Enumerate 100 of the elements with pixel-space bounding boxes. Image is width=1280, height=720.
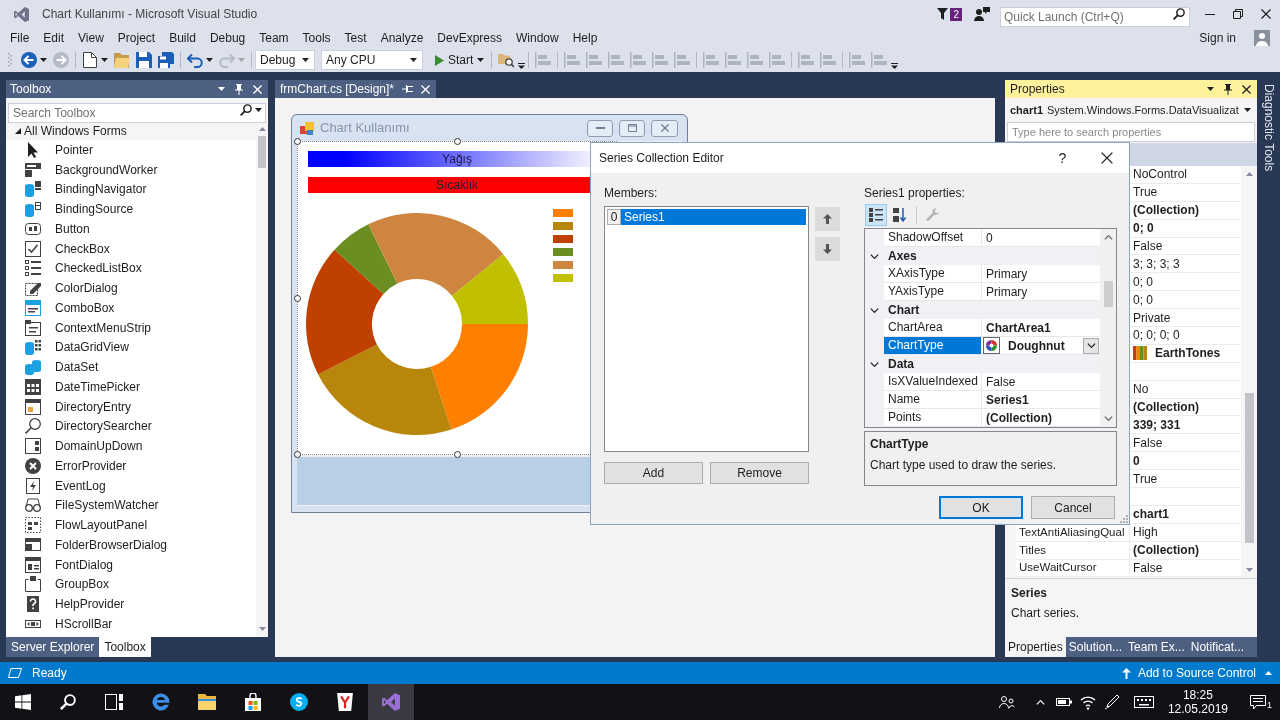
pen-icon <box>1103 694 1120 710</box>
vertical-scrollbar[interactable] <box>1100 229 1116 427</box>
form-minimize-button[interactable] <box>587 119 613 137</box>
property-value: Doughnut <box>1008 337 1065 355</box>
property-value: 0 <box>1133 452 1140 470</box>
menu-item[interactable]: Build <box>162 28 203 48</box>
member-item[interactable]: Series1 <box>621 209 806 225</box>
toolbar-dropdown[interactable]: Debug <box>255 50 315 70</box>
back-button[interactable] <box>18 49 50 71</box>
parallelogram-icon <box>8 668 22 678</box>
notifications-button[interactable]: 1 <box>1250 694 1272 710</box>
resize-handle[interactable] <box>294 295 301 302</box>
chat-bubble-icon <box>1250 694 1266 710</box>
dropdown-button[interactable] <box>1083 337 1099 354</box>
redo-arrow-icon <box>219 52 235 68</box>
form-maximize-button[interactable] <box>619 119 645 137</box>
menu-item[interactable]: Test <box>337 28 374 48</box>
property-name[interactable]: XAxisType <box>884 265 982 283</box>
vertical-scrollbar[interactable] <box>256 121 268 637</box>
resize-handle[interactable] <box>294 138 301 145</box>
caret-icon <box>477 58 485 62</box>
scroll-thumb[interactable] <box>1103 281 1113 307</box>
alignment-icon <box>703 52 720 68</box>
toolbox-search-field[interactable]: Search Toolbox <box>8 103 266 123</box>
scrollbar-icon <box>25 619 41 628</box>
scroll-thumb[interactable] <box>1244 393 1254 543</box>
notification-badge[interactable]: 2 <box>950 7 962 21</box>
panel-tab[interactable]: Toolbox <box>99 637 151 657</box>
caret-icon <box>302 58 309 62</box>
property-value: 0 <box>986 229 993 247</box>
property-name[interactable]: IsXValueIndexed <box>884 373 982 391</box>
clock-date: 12.05.2019 <box>1167 702 1228 716</box>
wifi-icon <box>1079 694 1096 710</box>
move-down-button[interactable] <box>815 237 840 261</box>
property-name[interactable]: ChartType <box>884 337 982 355</box>
scroll-thumb[interactable] <box>258 136 266 168</box>
minimize-icon <box>595 127 605 129</box>
caret-icon <box>410 58 417 62</box>
panel-tab[interactable]: Server Explorer <box>6 637 100 657</box>
categorized-view-button[interactable] <box>865 204 887 226</box>
menu-item[interactable]: View <box>71 28 111 48</box>
scroll-down-icon <box>1245 568 1253 572</box>
help-button[interactable]: ? <box>1041 143 1084 173</box>
task-view-icon <box>104 694 123 710</box>
menu-item[interactable]: Tools <box>295 28 338 48</box>
toolbox-group-header[interactable]: All Windows Forms <box>6 121 256 140</box>
move-up-button[interactable] <box>815 207 840 231</box>
property-value: NoControl <box>1133 166 1188 184</box>
scroll-up-icon <box>1103 235 1113 240</box>
property-name[interactable]: TextAntiAliasingQual <box>1019 523 1125 541</box>
menu-item[interactable]: Help <box>565 28 605 48</box>
alignment-icon <box>630 52 647 68</box>
property-name[interactable]: UseWaitCursor <box>1019 559 1097 577</box>
scroll-up-icon <box>1245 172 1253 176</box>
dialog-button[interactable]: Add <box>604 462 703 484</box>
menu-item[interactable]: DevExpress <box>430 28 509 48</box>
menu-item[interactable]: Window <box>509 28 566 48</box>
form-title: Chart Kullanımı <box>320 119 410 138</box>
shopping-bag-icon <box>245 693 261 711</box>
menu-list-icon <box>25 319 41 336</box>
save-all-button[interactable] <box>155 49 177 71</box>
property-value: Series1 <box>986 391 1029 409</box>
database-grid-icon <box>25 339 41 356</box>
sign-in-link[interactable]: Sign in <box>1195 28 1240 48</box>
overflow-icon <box>891 63 899 69</box>
property-name[interactable]: Points <box>884 409 982 427</box>
save-button[interactable] <box>133 49 155 71</box>
dialog-button[interactable]: Remove <box>710 462 809 484</box>
caret-icon <box>101 58 108 62</box>
undo-arrow-icon <box>187 52 203 68</box>
members-list[interactable]: 0 Series1 <box>604 206 809 452</box>
quick-launch-field[interactable]: Quick Launch (Ctrl+Q) <box>1000 7 1190 27</box>
property-name[interactable]: Titles <box>1019 541 1047 559</box>
side-tab[interactable]: Diagnostic Tools <box>1260 84 1280 172</box>
resize-handle[interactable] <box>454 138 461 145</box>
form-close-button[interactable] <box>651 119 678 137</box>
property-search-field[interactable]: Type here to search properties <box>1007 122 1255 142</box>
dialog-button[interactable]: Cancel <box>1031 496 1115 519</box>
dialog-button[interactable]: OK <box>939 496 1023 519</box>
panel-tab[interactable]: Properties <box>1005 637 1066 657</box>
frame-icon <box>25 576 41 593</box>
window-title: Chart Kullanımı - Microsoft Visual Studio <box>42 6 258 23</box>
maximize-icon <box>627 124 637 132</box>
menu-item[interactable]: Team <box>252 28 296 48</box>
menu-item[interactable]: Project <box>110 28 163 48</box>
menu-item[interactable]: File <box>3 28 37 48</box>
toolbar-dropdown[interactable]: Any CPU <box>321 50 423 70</box>
menu-item[interactable]: Analyze <box>373 28 431 48</box>
clock-time: 18:25 <box>1182 688 1213 702</box>
document-tab[interactable]: frmChart.cs [Design]* <box>275 80 437 98</box>
menu-item[interactable]: Debug <box>202 28 253 48</box>
user-silhouette-icon <box>1254 30 1270 46</box>
web-app-logo-icon <box>337 693 353 711</box>
start-button[interactable]: Start <box>431 49 489 71</box>
menu-item[interactable]: Edit <box>36 28 72 48</box>
source-control-button[interactable]: Add to Source Control <box>1137 664 1256 682</box>
object-selector[interactable]: chart1 System.Windows.Forms.DataVisualizat <box>1005 99 1257 121</box>
property-name[interactable]: Name <box>884 391 982 409</box>
caret-icon <box>255 108 262 112</box>
folder-search-icon <box>498 52 515 68</box>
